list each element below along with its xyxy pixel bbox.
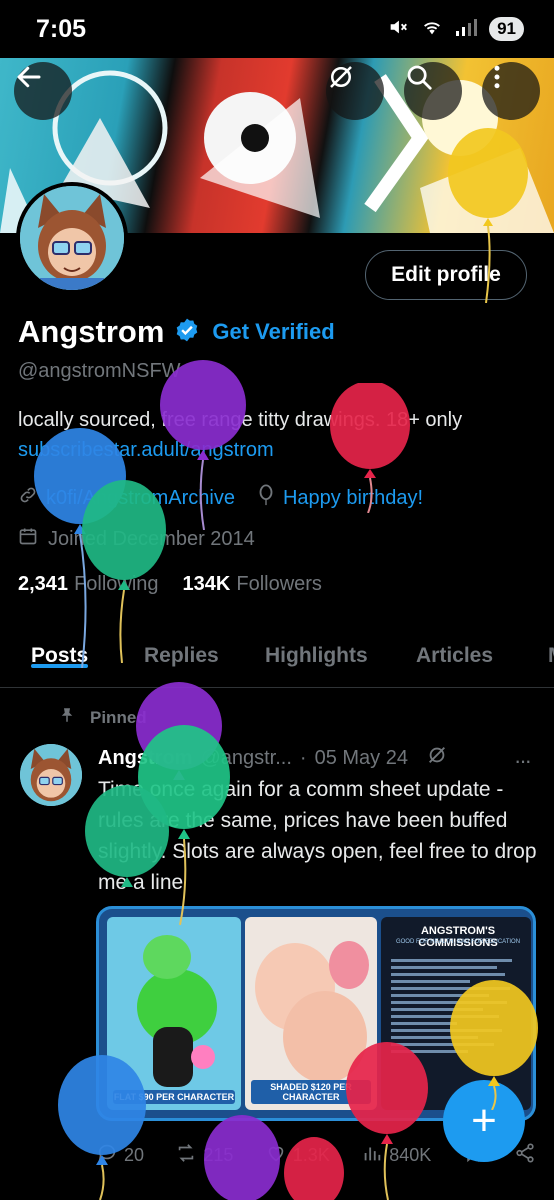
calendar-icon: [18, 526, 38, 552]
balloon-icon: [257, 484, 275, 512]
back-button[interactable]: [14, 62, 72, 120]
pinned-label: Pinned: [90, 707, 147, 727]
verified-icon[interactable]: [174, 317, 200, 348]
like-button[interactable]: 1.3K: [265, 1142, 330, 1169]
tab-replies[interactable]: Replies: [144, 630, 219, 668]
tab-articles[interactable]: Articles: [416, 630, 493, 668]
post-header: Angstrom @angstr... · 05 May 24: [98, 744, 448, 772]
bio-text: locally sourced, free range titty drawin…: [18, 409, 463, 431]
website-link[interactable]: k0fi/AngstromArchive: [46, 487, 235, 510]
media-panel-sheet: ANGSTROM'S COMMISSIONS GOOD FOR HEALTH, …: [381, 917, 531, 1110]
avatar-illustration: [20, 186, 124, 290]
profile-tabs: Posts Replies Highlights Articles M: [0, 630, 554, 688]
display-name: Angstrom: [18, 314, 165, 349]
profile-website[interactable]: k0fi/AngstromArchive: [18, 485, 235, 511]
tab-highlights[interactable]: Highlights: [265, 630, 368, 668]
tab-posts[interactable]: Posts: [31, 630, 89, 668]
media-panel-shaded: SHADED $120 PER CHARACTER: [245, 917, 377, 1110]
post-author[interactable]: Angstrom: [98, 747, 192, 770]
views-icon: [361, 1142, 383, 1169]
compose-button[interactable]: +: [443, 1080, 525, 1162]
get-verified-link[interactable]: Get Verified: [212, 319, 334, 345]
profile-birthday: Happy birthday!: [257, 484, 423, 512]
followers-label: Followers: [236, 573, 322, 595]
joined-text: Joined December 2014: [48, 527, 255, 550]
pin-icon: [58, 706, 76, 729]
post-avatar-illustration: [20, 744, 82, 806]
status-bar: 7:05 91: [0, 0, 554, 58]
following-count: 2,341: [18, 573, 69, 595]
search-button[interactable]: [404, 62, 462, 120]
post-text: Time once again for a comm sheet update …: [98, 778, 537, 894]
post-separator: ·: [299, 746, 307, 769]
pinned-indicator: Pinned: [58, 706, 147, 729]
edit-profile-button[interactable]: Edit profile: [365, 250, 527, 300]
reply-count: 20: [124, 1145, 145, 1165]
repost-button[interactable]: 215: [175, 1142, 233, 1169]
media-caption-shaded: SHADED $120 PER CHARACTER: [251, 1080, 371, 1104]
tab-media[interactable]: M: [548, 630, 554, 668]
wifi-icon: [421, 17, 443, 42]
following-link[interactable]: 2,341 Following: [18, 573, 159, 596]
post-date[interactable]: 05 May 24: [315, 747, 408, 770]
profile-name-row: Angstrom Get Verified: [18, 314, 335, 350]
battery-indicator: 91: [489, 17, 524, 41]
post-handle[interactable]: @angstr...: [200, 747, 291, 770]
followers-link[interactable]: 134K Followers: [183, 573, 322, 596]
mute-icon: [387, 16, 409, 43]
sheet-title: ANGSTROM'S COMMISSIONS: [418, 925, 498, 949]
repost-icon: [175, 1142, 197, 1169]
views-button[interactable]: 840K: [361, 1142, 431, 1169]
reply-button[interactable]: 20: [96, 1142, 144, 1169]
share-icon: [514, 1142, 536, 1169]
reply-icon: [96, 1142, 118, 1169]
like-icon: [265, 1142, 287, 1169]
status-icons: 91: [387, 16, 524, 43]
compose-icon: +: [471, 1096, 497, 1145]
sheet-subtitle: GOOD FOR HEALTH, BAD FOR EDUCATION: [395, 939, 521, 945]
profile-meta: k0fi/AngstromArchive Happy birthday!: [18, 484, 445, 512]
post-avatar[interactable]: [20, 744, 82, 806]
status-time: 7:05: [36, 14, 87, 43]
hide-post-icon[interactable]: [426, 744, 448, 772]
post-more-button[interactable]: ···: [514, 748, 532, 774]
media-flat-art: [137, 935, 217, 1087]
share-button[interactable]: [514, 1142, 536, 1169]
more-button[interactable]: [482, 62, 540, 120]
media-panel-flat: FLAT $90 PER CHARACTER: [107, 917, 241, 1110]
bio-link[interactable]: subscribestar.adult/angstrom: [18, 439, 274, 461]
profile-joined: Joined December 2014: [18, 526, 255, 552]
sheet-rules: [391, 955, 523, 1057]
followers-count: 134K: [182, 573, 231, 595]
hide-button[interactable]: [326, 62, 384, 120]
profile-avatar[interactable]: [16, 182, 128, 294]
birthday-text[interactable]: Happy birthday!: [283, 487, 423, 510]
profile-handle: @angstromNSFW: [18, 360, 181, 382]
views-count: 840K: [389, 1145, 432, 1165]
repost-count: 215: [203, 1145, 234, 1165]
like-count: 1.3K: [292, 1145, 330, 1165]
signal-icon: [455, 17, 478, 42]
following-label: Following: [74, 573, 159, 595]
media-caption-flat: FLAT $90 PER CHARACTER: [113, 1090, 235, 1104]
profile-bio: locally sourced, free range titty drawin…: [18, 405, 538, 465]
follow-stats: 2,341 Following 134K Followers: [18, 573, 322, 596]
link-icon: [18, 485, 38, 511]
